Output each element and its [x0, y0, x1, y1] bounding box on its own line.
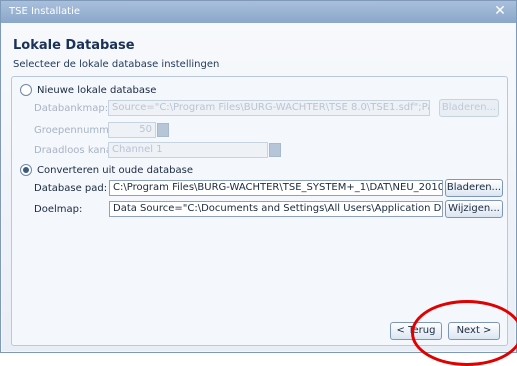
page-subtitle: Selecteer de lokale database instellinge…: [13, 59, 220, 70]
radio-button[interactable]: [20, 84, 32, 96]
databankmap-label: Databankmap:: [34, 103, 109, 114]
groepennummer-stepper-icon[interactable]: [157, 123, 169, 137]
next-button[interactable]: Next >: [448, 322, 500, 340]
page-title: Lokale Database: [13, 38, 135, 53]
radio-button-checked[interactable]: [20, 164, 32, 176]
installer-window: TSE Installatie ✕ Lokale Database Select…: [0, 0, 517, 353]
groepennummer-field[interactable]: 50: [108, 122, 156, 138]
wijzigen-button[interactable]: Wijzigen...: [445, 200, 503, 218]
doelmap-field[interactable]: Data Source="C:\Documents and Settings\A…: [109, 201, 443, 217]
draadloos-kanaal-select[interactable]: Channel 1: [108, 142, 268, 158]
window-title: TSE Installatie: [9, 6, 81, 17]
close-icon[interactable]: ✕: [492, 3, 508, 19]
bladeren-button[interactable]: Bladeren...: [445, 179, 503, 197]
back-button[interactable]: < Terug: [390, 322, 442, 340]
databankmap-field[interactable]: Source="C:\Program Files\BURG-WACHTER\TS…: [108, 100, 430, 116]
draadloos-dropdown-icon[interactable]: [269, 143, 281, 157]
wizard-content: Lokale Database Selecteer de lokale data…: [2, 23, 515, 351]
database-pad-label: Database pad:: [34, 183, 108, 194]
title-bar: TSE Installatie ✕: [1, 1, 516, 23]
radio-convert-database[interactable]: Converteren uit oude database: [20, 163, 193, 177]
doelmap-label: Doelmap:: [34, 204, 83, 215]
databankmap-browse-button[interactable]: Bladeren...: [439, 99, 499, 117]
database-pad-field[interactable]: C:\Program Files\BURG-WACHTER\TSE_SYSTEM…: [109, 180, 443, 196]
settings-panel: Nieuwe lokale database Databankmap: Sour…: [11, 76, 508, 346]
radio-new-database-label: Nieuwe lokale database: [37, 84, 157, 96]
radio-convert-database-label: Converteren uit oude database: [37, 164, 193, 176]
radio-new-database[interactable]: Nieuwe lokale database: [20, 83, 156, 97]
